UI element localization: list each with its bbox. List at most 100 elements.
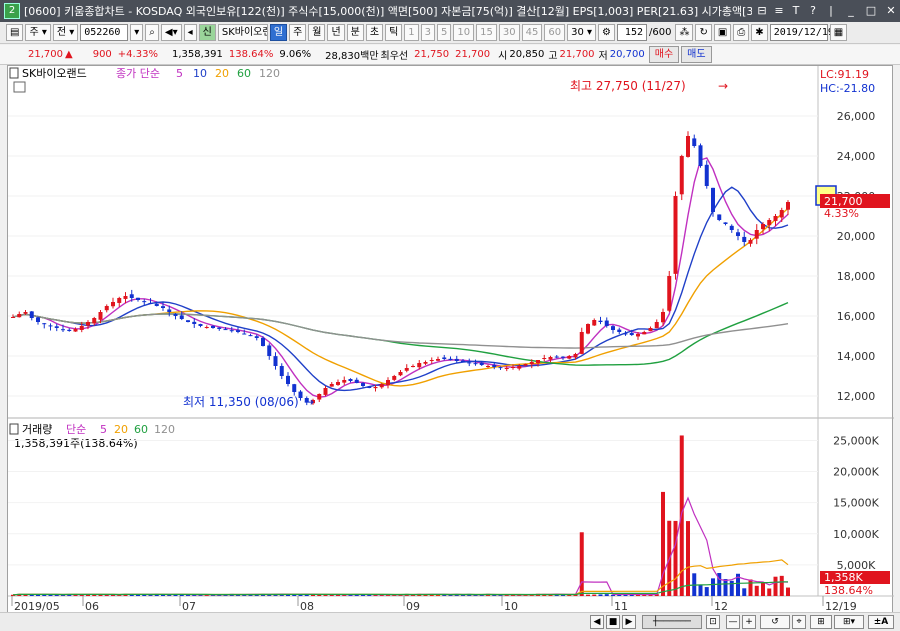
candle-body [161,306,165,308]
price-change: 900 [92,49,112,60]
interval-60[interactable]: 60 [544,24,566,41]
tab-yearly[interactable]: 년 [327,24,345,41]
volume-tick-label: 20,000K [833,466,879,479]
pin-icon[interactable]: | [822,3,840,19]
candle-body [561,356,565,358]
indicator-icon[interactable]: ⁂ [675,24,694,41]
zoom-out-icon[interactable]: — [726,615,740,629]
candle-body [104,306,109,311]
candle-body [717,214,722,220]
pin-chart-icon[interactable]: ⌖ [792,615,806,629]
tab-weekly[interactable]: 주 [289,24,307,41]
text-size-icon[interactable]: ±A [868,615,894,629]
gear-icon[interactable]: ✱ [751,24,768,41]
volume-ma-label: 단순 [66,423,86,436]
candle-body [48,325,53,327]
interval-30[interactable]: 30 [498,24,520,41]
candle-body [148,302,153,304]
candle-body [86,322,90,326]
tab-monthly[interactable]: 월 [308,24,326,41]
grid-toggle-icon[interactable] [13,81,26,93]
volume-bar [242,594,247,596]
interval-1[interactable]: 1 [404,24,419,41]
settings-icon[interactable]: ⚙ [598,24,615,41]
zoom-in-icon[interactable]: + [742,615,756,629]
open-label: 시 [498,51,508,62]
chart-area[interactable]: SK바이오랜드 종가 단순 5 10 20 60 120 LC:91.19 HC… [7,65,894,618]
candle-body [367,386,372,388]
candle-body [698,145,703,166]
candle-body [436,359,440,361]
refresh-icon[interactable]: ↻ [695,24,712,41]
candle-body [779,210,784,218]
chart-toolbar: ▤ 주 ▾ 전 ▾ 052260 ▾ ⌕ ◀▾ ◂ 신 SK바이오랜 일 주 월… [0,22,900,44]
volume-bar [673,520,678,596]
volume-bar [754,585,759,596]
stock-code-input[interactable]: 052260 [80,24,129,41]
interval-5[interactable]: 5 [437,24,452,41]
candle-body [79,326,84,330]
interval-45[interactable]: 45 [521,24,543,41]
first-icon[interactable]: ◀ [590,615,604,629]
tab-tick[interactable]: 틱 [385,24,403,41]
volume-bar [186,595,190,596]
search-icon[interactable]: ⌕ [145,24,159,41]
prev-icon[interactable]: ◂ [183,24,197,41]
candle-body [154,303,159,306]
stock-name-field: SK바이오랜 [217,24,268,41]
interval-15[interactable]: 15 [476,24,497,41]
market-select[interactable]: 전 ▾ [52,24,79,41]
ma10-line [12,186,789,392]
zoom-slider[interactable]: ┼────── [642,615,702,629]
type-select[interactable]: 주 ▾ [25,24,51,41]
hc-label: HC:-21.80 [820,82,875,95]
zoom-fit-icon[interactable]: ⊡ [706,615,720,629]
print-icon[interactable]: ⎙ [733,24,750,41]
close-icon[interactable]: ✕ [882,3,900,19]
vol-ma-20: 20 [114,423,128,436]
text-icon[interactable]: T [789,4,803,18]
tab-daily[interactable]: 일 [269,24,288,41]
minimize-icon[interactable]: _ [842,3,860,19]
save-icon[interactable]: ▣ [713,24,732,41]
candle-body [329,384,334,387]
layout-icon[interactable]: ⊟ [755,4,769,18]
interval-select[interactable]: 30 ▾ [567,24,597,41]
date-input[interactable]: 2019/12/19 [769,24,834,41]
volume-collapse-icon[interactable] [9,423,19,435]
calendar-icon[interactable]: ▦ [829,24,848,41]
trade-amount: 28,830백만 [325,51,379,62]
menu-icon[interactable]: ≡ [772,4,786,18]
sell-button[interactable]: 매도 [681,46,712,63]
volume-bar [711,578,715,596]
help-icon[interactable]: ? [806,4,820,18]
volume-bar [598,594,603,596]
maximize-icon[interactable]: □ [862,3,880,19]
stop-icon[interactable]: ■ [606,615,620,629]
code-dropdown-icon[interactable]: ▾ [130,24,144,41]
volume-bar [604,594,609,596]
chart-canvas[interactable]: SK바이오랜드 종가 단순 5 10 20 60 120 LC:91.19 HC… [8,66,894,618]
tab-minute[interactable]: 분 [346,24,364,41]
collapse-icon[interactable] [9,67,19,79]
candle-body [92,318,97,324]
candle-body [117,298,122,303]
candle-body [417,363,422,368]
count-input[interactable]: 152 [616,24,647,41]
ma5-line [12,157,789,398]
sound-icon[interactable]: ◀▾ [160,24,182,41]
candle-body [679,156,684,195]
current-price: 21,700 [28,49,63,60]
layout-menu-icon[interactable]: ⊞▾ [834,615,864,629]
buy-button[interactable]: 매수 [648,46,680,63]
interval-3[interactable]: 3 [420,24,436,41]
history-icon[interactable]: ↺ [760,615,790,629]
tab-second[interactable]: 초 [365,24,384,41]
interval-10[interactable]: 10 [453,24,475,41]
candle-body [298,391,303,398]
chart-list-icon[interactable]: ▤ [6,24,24,41]
candle-body [223,329,228,331]
candle-body [554,356,559,358]
play-icon[interactable]: ▶ [622,615,636,629]
split-icon[interactable]: ⊞ [810,615,832,629]
